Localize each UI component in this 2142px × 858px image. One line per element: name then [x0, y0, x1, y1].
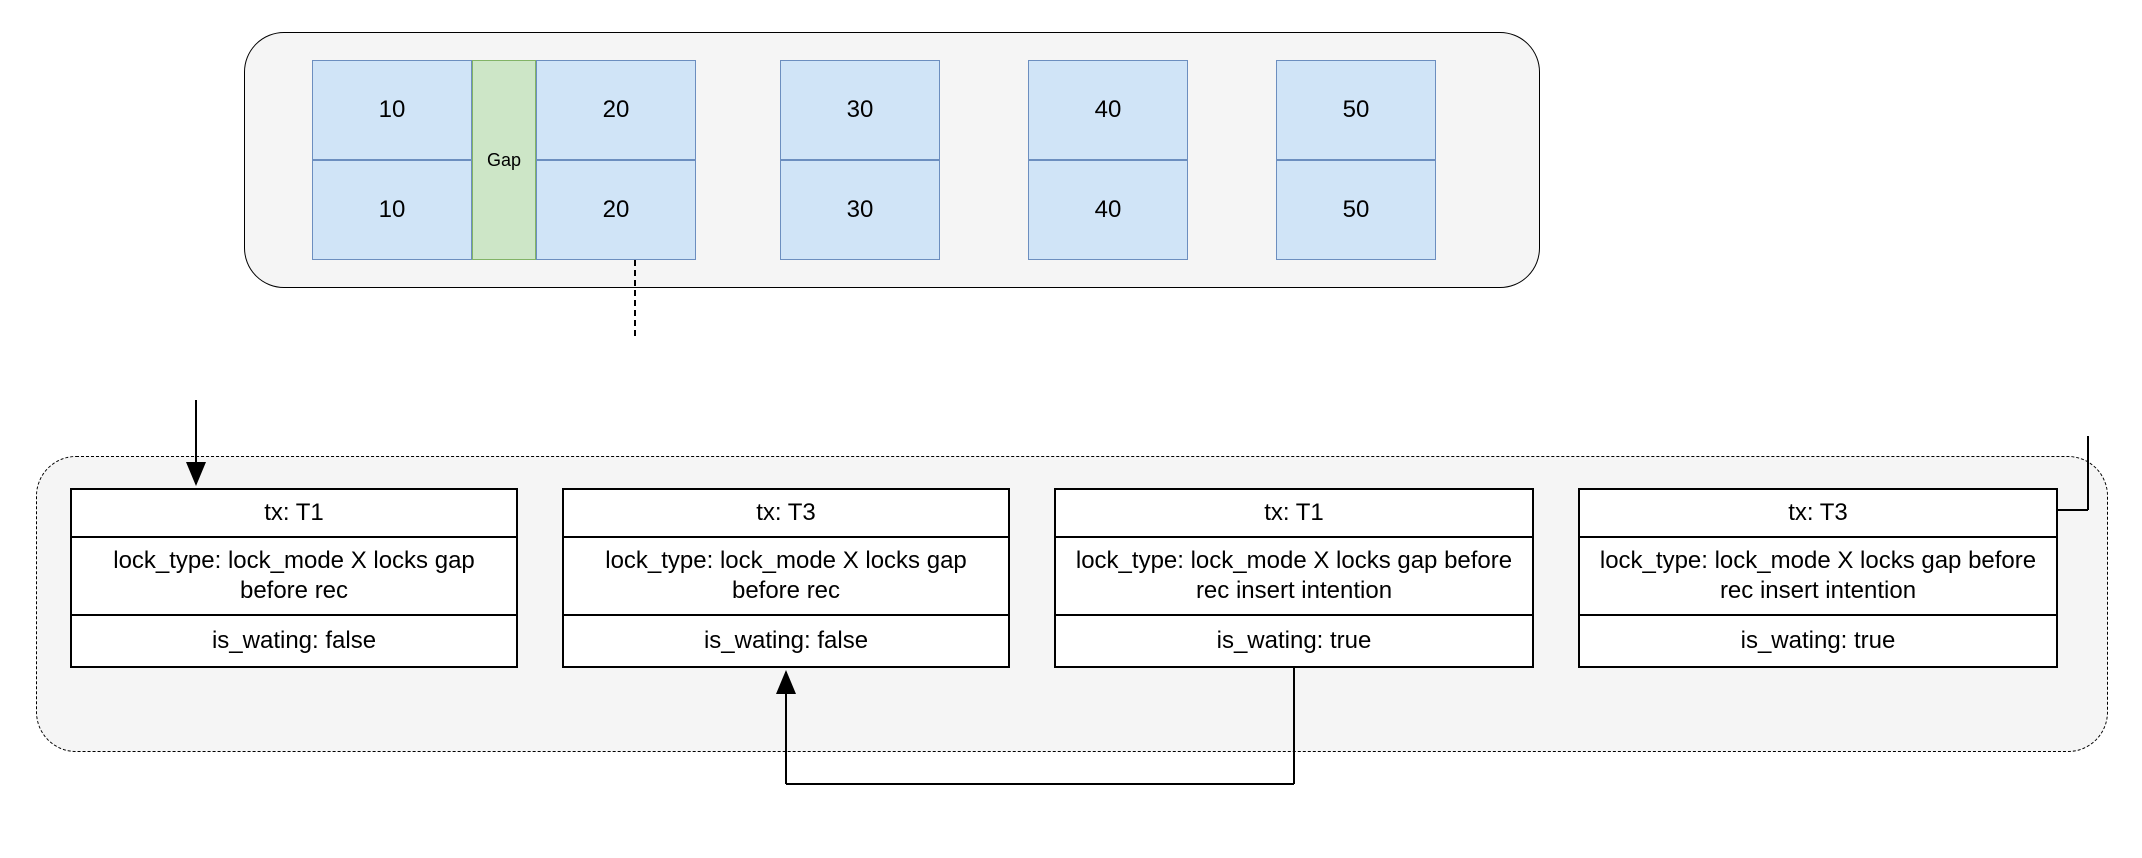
record-cell: 10	[312, 60, 472, 160]
lock-waiting: is_wating: false	[72, 616, 516, 666]
lock-waiting: is_wating: true	[1580, 616, 2056, 666]
dashed-connector	[634, 260, 636, 336]
lock-box: tx: T1 lock_type: lock_mode X locks gap …	[70, 488, 518, 668]
gap-cell: Gap	[472, 60, 536, 260]
record-cell: 30	[780, 60, 940, 160]
record-cell: 10	[312, 160, 472, 260]
record-cell: 20	[536, 60, 696, 160]
lock-type: lock_type: lock_mode X locks gap before …	[1056, 538, 1532, 616]
lock-tx: tx: T1	[1056, 490, 1532, 538]
lock-type: lock_type: lock_mode X locks gap before …	[72, 538, 516, 616]
lock-tx: tx: T1	[72, 490, 516, 538]
lock-tx: tx: T3	[564, 490, 1008, 538]
lock-waiting: is_wating: false	[564, 616, 1008, 666]
lock-box: tx: T1 lock_type: lock_mode X locks gap …	[1054, 488, 1534, 668]
lock-type: lock_type: lock_mode X locks gap before …	[564, 538, 1008, 616]
lock-box: tx: T3 lock_type: lock_mode X locks gap …	[562, 488, 1010, 668]
lock-tx: tx: T3	[1580, 490, 2056, 538]
record-cell: 30	[780, 160, 940, 260]
lock-waiting: is_wating: true	[1056, 616, 1532, 666]
lock-box: tx: T3 lock_type: lock_mode X locks gap …	[1578, 488, 2058, 668]
record-cell: 20	[536, 160, 696, 260]
record-cell: 40	[1028, 160, 1188, 260]
lock-type: lock_type: lock_mode X locks gap before …	[1580, 538, 2056, 616]
record-cell: 40	[1028, 60, 1188, 160]
record-cell: 50	[1276, 60, 1436, 160]
record-cell: 50	[1276, 160, 1436, 260]
